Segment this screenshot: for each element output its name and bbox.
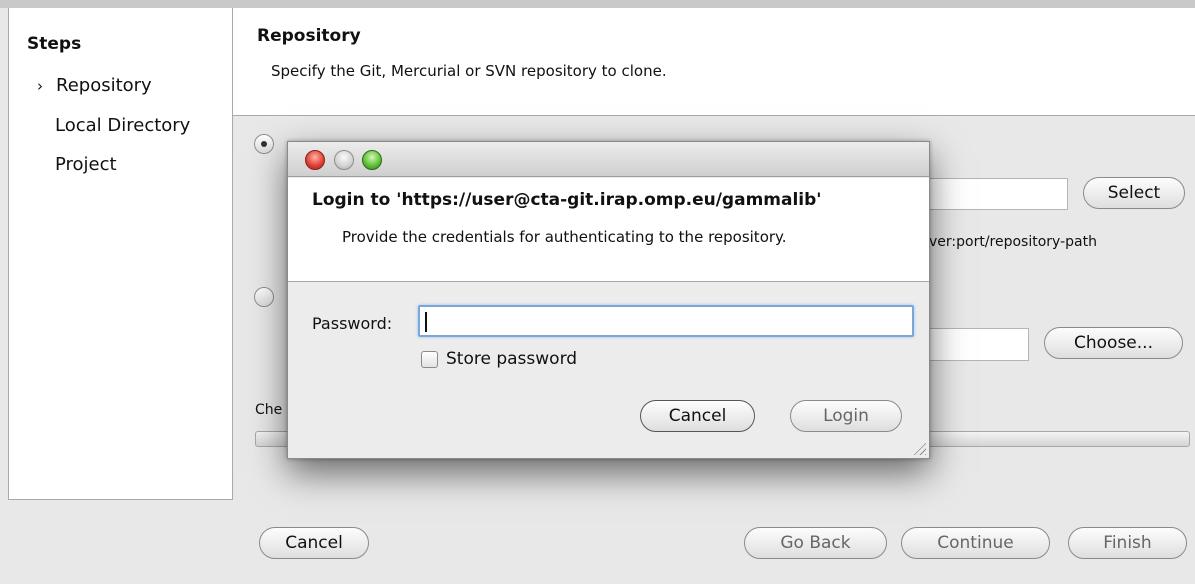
page-header: Repository Specify the Git, Mercurial or…	[233, 8, 1195, 116]
repository-url-radio[interactable]	[254, 134, 274, 154]
close-window-icon[interactable]	[305, 150, 325, 170]
password-label: Password:	[312, 314, 393, 333]
zoom-window-icon[interactable]	[362, 150, 382, 170]
store-password-label[interactable]: Store password	[446, 349, 577, 369]
steps-sidebar: Steps › Repository Local Directory Proje…	[8, 8, 233, 500]
go-back-button[interactable]: Go Back	[744, 527, 887, 559]
sidebar-item-local-directory: Local Directory	[55, 115, 191, 136]
url-format-hint: ver:port/repository-path	[929, 234, 1097, 250]
wizard-footer: Cancel Go Back Continue Finish	[0, 500, 1195, 584]
continue-button[interactable]: Continue	[901, 527, 1050, 559]
dialog-cancel-button[interactable]: Cancel	[640, 400, 755, 432]
resize-grip-icon[interactable]	[912, 441, 926, 455]
minimize-window-icon	[334, 150, 354, 170]
choose-button[interactable]: Choose...	[1044, 327, 1183, 359]
password-input[interactable]	[418, 305, 914, 337]
sidebar-item-project: Project	[55, 154, 117, 175]
finish-button[interactable]: Finish	[1068, 527, 1187, 559]
sidebar-item-repository: Repository	[56, 75, 152, 96]
checkout-progress-label: Che	[255, 402, 283, 418]
page-title: Repository	[257, 26, 361, 46]
dialog-subtitle: Provide the credentials for authenticati…	[342, 228, 787, 246]
text-caret	[425, 312, 427, 332]
store-password-checkbox[interactable]	[421, 351, 438, 368]
local-path-field[interactable]	[928, 328, 1029, 361]
page-subtitle: Specify the Git, Mercurial or SVN reposi…	[271, 62, 667, 80]
dialog-header: Login to 'https://user@cta-git.irap.omp.…	[288, 178, 929, 282]
login-dialog: Login to 'https://user@cta-git.irap.omp.…	[287, 141, 930, 459]
current-step-marker-icon: ›	[37, 77, 43, 95]
window-top-edge	[0, 0, 1195, 8]
repository-url-field[interactable]	[928, 178, 1068, 210]
steps-title: Steps	[27, 34, 82, 54]
dialog-title: Login to 'https://user@cta-git.irap.omp.…	[312, 190, 822, 210]
login-button[interactable]: Login	[790, 400, 902, 432]
wizard-cancel-button[interactable]: Cancel	[259, 527, 369, 559]
local-repository-radio[interactable]	[254, 287, 274, 307]
dialog-titlebar[interactable]	[288, 142, 929, 177]
select-button[interactable]: Select	[1083, 177, 1185, 209]
